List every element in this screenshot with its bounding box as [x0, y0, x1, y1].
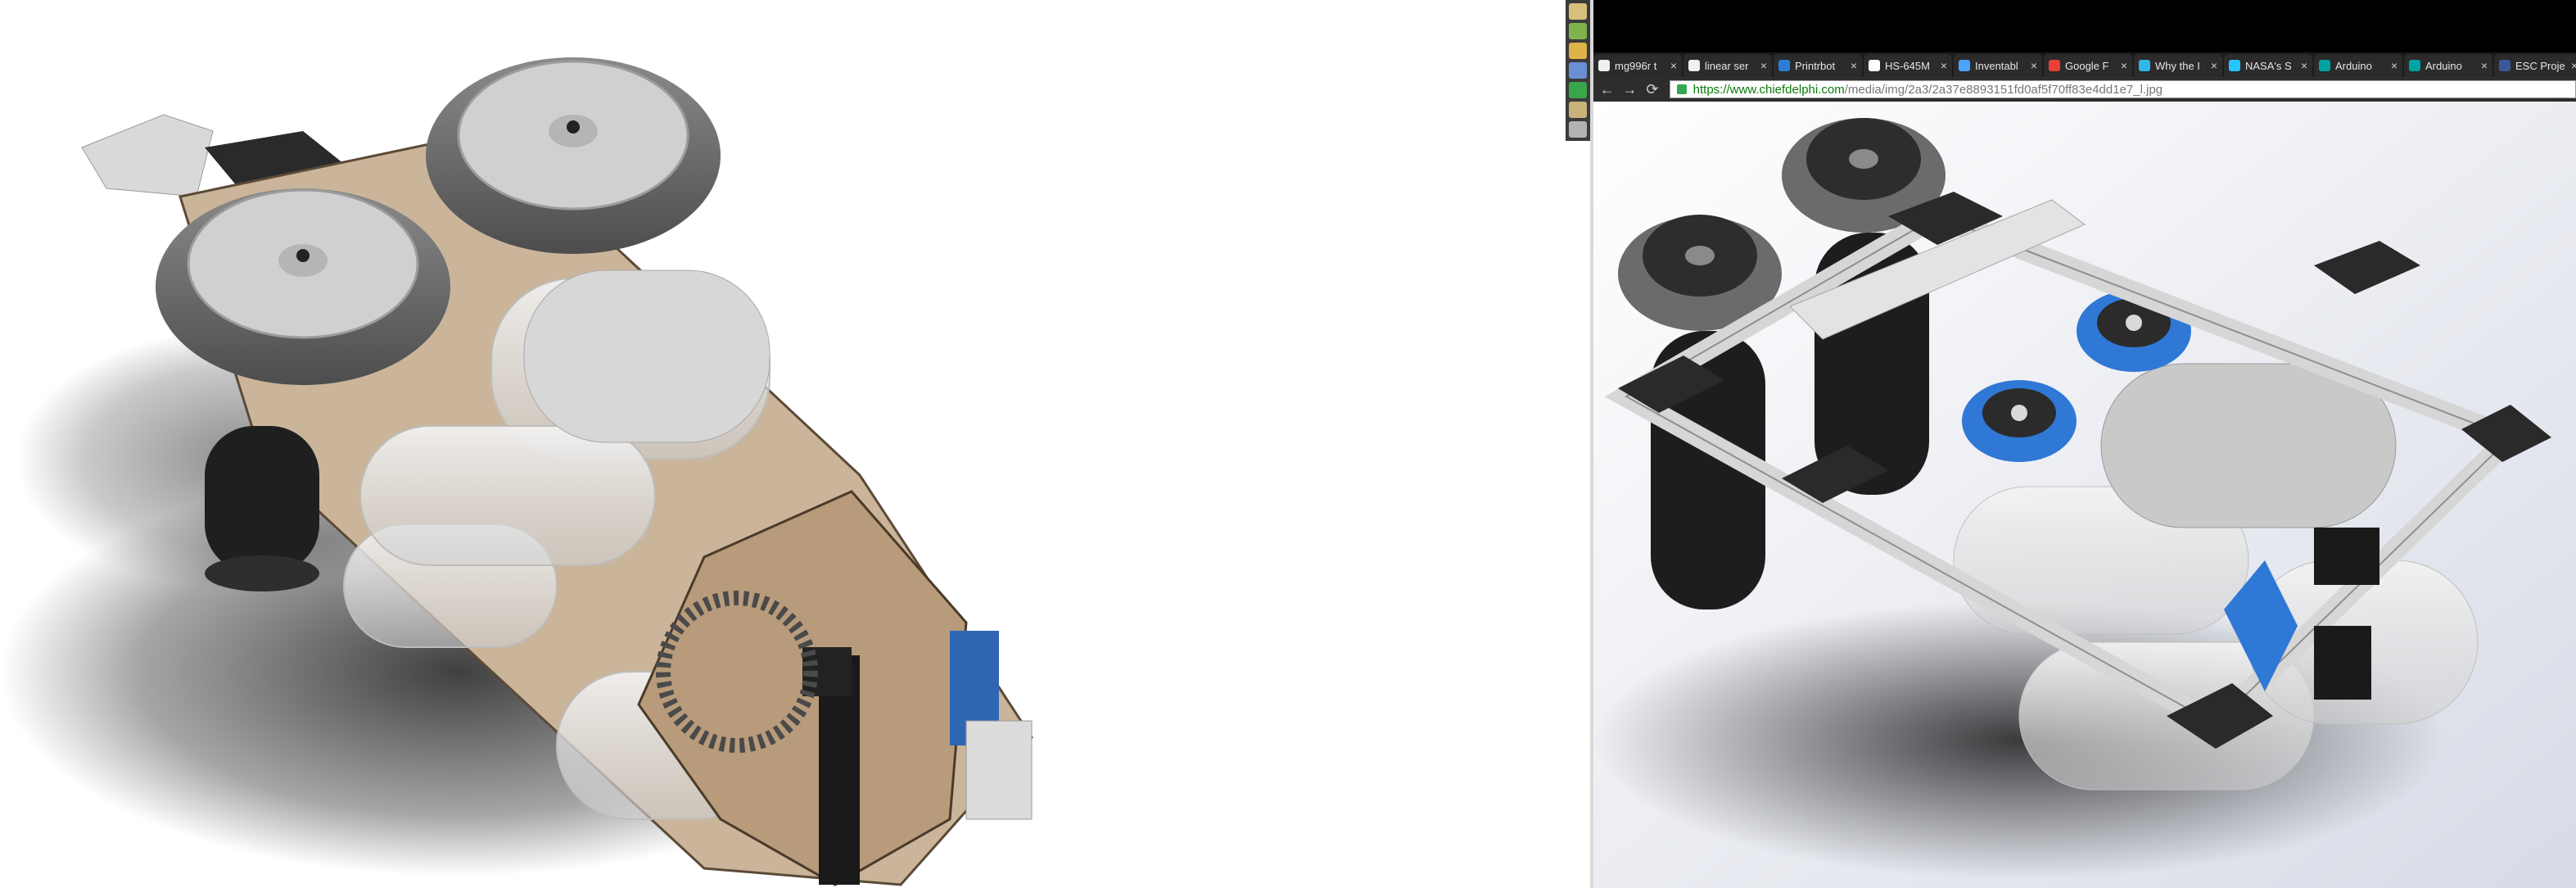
quick-launch-bar: [1566, 0, 1590, 141]
address-bar[interactable]: https://www.chiefdelphi.com /media/img/2…: [1669, 80, 2576, 98]
browser-tab[interactable]: ESC Proje ×: [2494, 54, 2576, 77]
blue-wheel: [1962, 380, 2077, 462]
quick-launch-icon[interactable]: [1569, 121, 1587, 138]
quick-launch-icon[interactable]: [1569, 43, 1587, 59]
browser-tab[interactable]: Printrbot ×: [1774, 54, 1862, 77]
tab-label: Inventabl: [1975, 59, 2018, 72]
quick-launch-icon[interactable]: [1569, 62, 1587, 79]
favicon-icon: [2229, 60, 2240, 71]
browser-tab[interactable]: NASA's S ×: [2224, 54, 2312, 77]
tab-label: HS-645M: [1885, 59, 1930, 72]
tab-label: linear ser: [1705, 59, 1749, 72]
browser-tab[interactable]: Google F ×: [2044, 54, 2132, 77]
quick-launch-icon[interactable]: [1569, 3, 1587, 20]
aluminum-bar: [81, 114, 214, 197]
robot-render-left: [0, 57, 1033, 886]
tab-label: Why the I: [2155, 59, 2200, 72]
tab-label: ESC Proje: [2515, 59, 2565, 72]
close-icon[interactable]: ×: [1670, 59, 1677, 72]
favicon-icon: [2499, 60, 2510, 71]
url-path: /media/img/2a3/2a37e8893151fd0af5f70ff83…: [1844, 82, 2163, 97]
browser-window: mg996r t × linear ser × Printrbot × HS-6…: [1593, 0, 2576, 888]
tab-label: Google F: [2065, 59, 2109, 72]
close-icon[interactable]: ×: [2211, 59, 2217, 72]
favicon-icon: [1869, 60, 1880, 71]
close-icon[interactable]: ×: [2121, 59, 2127, 72]
quick-launch-icon[interactable]: [1569, 82, 1587, 98]
quick-launch-icon[interactable]: [1569, 23, 1587, 39]
tab-strip: mg996r t × linear ser × Printrbot × HS-6…: [1593, 52, 2576, 77]
tab-label: mg996r t: [1615, 59, 1657, 72]
wheel: [156, 188, 450, 385]
wheel: [426, 57, 721, 254]
navigation-bar: ← → ⟳ https://www.chiefdelphi.com /media…: [1593, 77, 2576, 102]
favicon-icon: [2319, 60, 2330, 71]
browser-tab[interactable]: mg996r t ×: [1593, 54, 1682, 77]
gray-cylinder: [2100, 363, 2397, 528]
browser-tab[interactable]: HS-645M ×: [1864, 54, 1952, 77]
close-icon[interactable]: ×: [1760, 59, 1767, 72]
back-button[interactable]: ←: [1598, 80, 1616, 98]
url-host: https://www.chiefdelphi.com: [1692, 82, 1845, 97]
browser-tab[interactable]: linear ser ×: [1683, 54, 1772, 77]
gray-cylinder: [523, 270, 771, 443]
browser-tab[interactable]: Why the I ×: [2134, 54, 2222, 77]
browser-top-strip: [1593, 0, 2576, 52]
browser-tab[interactable]: Arduino ×: [2314, 54, 2402, 77]
close-icon[interactable]: ×: [2301, 59, 2307, 72]
tab-label: Arduino: [2425, 59, 2462, 72]
forward-button[interactable]: →: [1621, 80, 1639, 98]
close-icon[interactable]: ×: [2031, 59, 2037, 72]
favicon-icon: [1598, 60, 1610, 71]
quick-launch-icon[interactable]: [1569, 102, 1587, 118]
close-icon[interactable]: ×: [2571, 59, 2576, 72]
browser-tab[interactable]: Arduino ×: [2404, 54, 2492, 77]
favicon-icon: [1959, 60, 1970, 71]
favicon-icon: [2049, 60, 2060, 71]
favicon-icon: [2139, 60, 2150, 71]
tab-label: Arduino: [2335, 59, 2372, 72]
robot-render-right: [1593, 102, 2576, 888]
image-viewer: [1593, 102, 2576, 888]
favicon-icon: [1778, 60, 1790, 71]
favicon-icon: [1688, 60, 1700, 71]
close-icon[interactable]: ×: [2391, 59, 2397, 72]
favicon-icon: [2409, 60, 2420, 71]
close-icon[interactable]: ×: [1941, 59, 1947, 72]
cad-model-view: [0, 0, 1556, 888]
tab-label: Printrbot: [1795, 59, 1836, 72]
lock-icon: [1676, 84, 1687, 94]
close-icon[interactable]: ×: [1851, 59, 1857, 72]
motor-cylinder: [205, 426, 319, 573]
close-icon[interactable]: ×: [2481, 59, 2488, 72]
reload-button[interactable]: ⟳: [1643, 80, 1661, 98]
tab-label: NASA's S: [2245, 59, 2292, 72]
browser-tab[interactable]: Inventabl ×: [1954, 54, 2042, 77]
